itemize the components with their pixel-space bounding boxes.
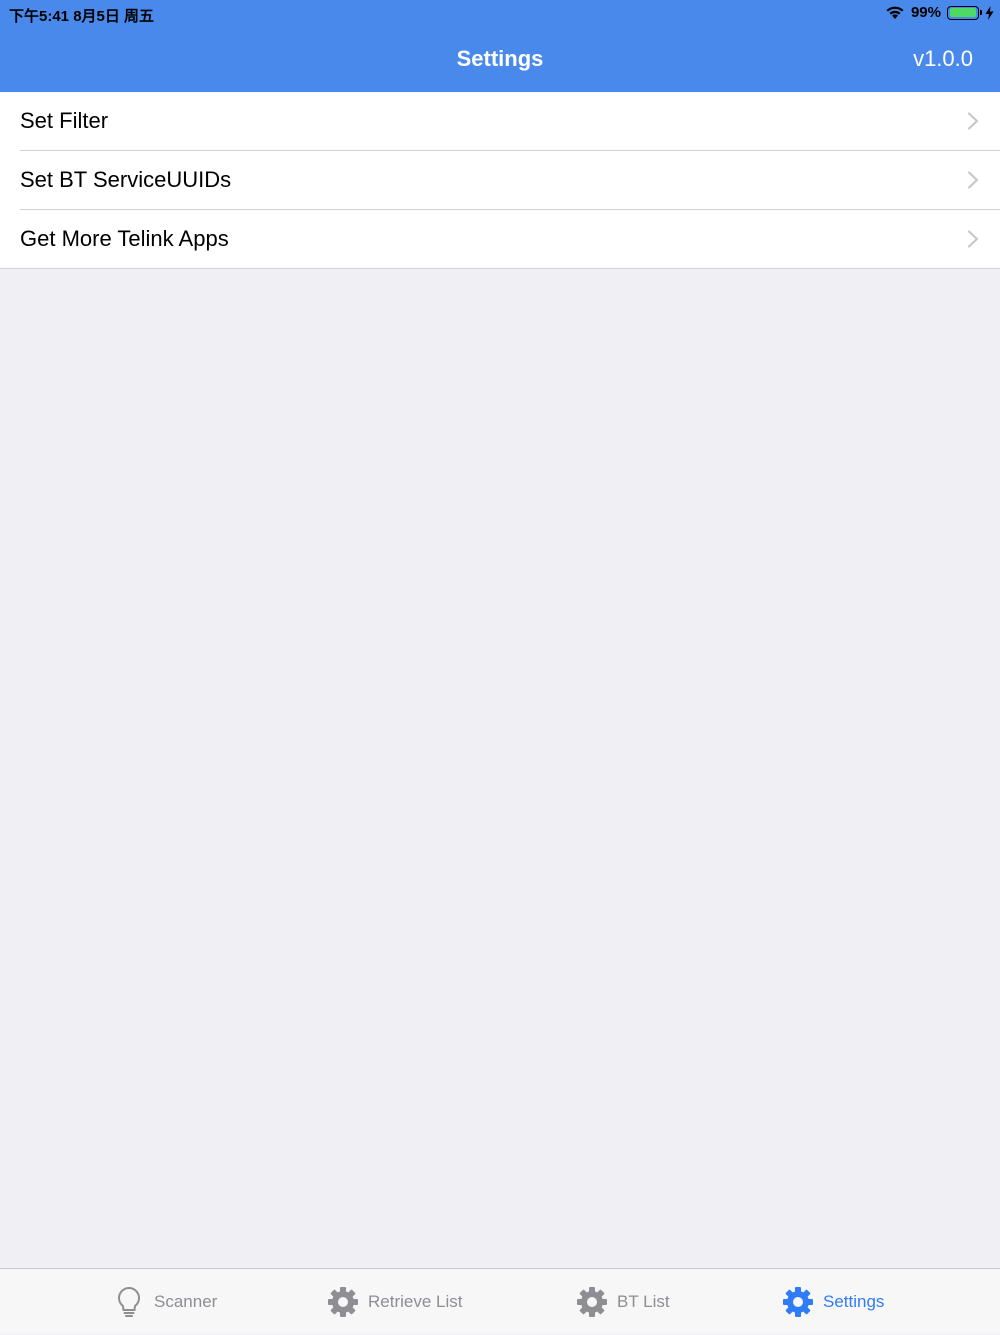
row-label: Set BT ServiceUUIDs [20, 167, 232, 192]
wifi-icon [886, 6, 904, 19]
get-more-telink-apps-row[interactable]: Get More Telink Apps [0, 210, 1000, 269]
tab-settings[interactable]: Settings [781, 1269, 884, 1335]
battery-percent: 99% [910, 4, 941, 21]
tab-label: Retrieve List [368, 1292, 463, 1311]
lightbulb-icon [118, 1286, 140, 1317]
tab-bt-list[interactable]: BT List [575, 1269, 670, 1335]
battery-icon [947, 5, 982, 20]
settings-list: Set Filter Set BT ServiceUUIDs Get More … [0, 92, 1000, 269]
gear-icon [577, 1287, 607, 1317]
chevron-right-icon [967, 171, 979, 189]
tab-scanner[interactable]: Scanner [112, 1269, 217, 1335]
status-indicators: 99% [885, 4, 994, 21]
row-label: Get More Telink Apps [20, 226, 229, 251]
tab-bar: Scanner Retrieve List BT List Settings [0, 1268, 1000, 1334]
status-time: 下午5:41 8月5日 周五 [9, 8, 155, 25]
tab-retrieve-list[interactable]: Retrieve List [326, 1269, 462, 1335]
gear-icon [328, 1287, 358, 1317]
tab-label: BT List [617, 1292, 670, 1311]
row-label: Set Filter [20, 108, 109, 133]
set-filter-row[interactable]: Set Filter [20, 92, 1000, 151]
tab-label: Scanner [154, 1292, 218, 1311]
page-title: Settings [456, 46, 544, 71]
chevron-right-icon [967, 230, 979, 248]
set-bt-service-uuids-row[interactable]: Set BT ServiceUUIDs [20, 151, 1000, 210]
navigation-header: 下午5:41 8月5日 周五 99% Settings v1.0.0 [0, 0, 1000, 92]
chevron-right-icon [967, 112, 979, 130]
gear-icon [783, 1287, 813, 1317]
tab-label: Settings [823, 1292, 885, 1311]
version-label: v1.0.0 [913, 46, 973, 71]
status-bar: 下午5:41 8月5日 周五 99% [0, 0, 1000, 28]
charging-bolt-icon [985, 5, 994, 20]
